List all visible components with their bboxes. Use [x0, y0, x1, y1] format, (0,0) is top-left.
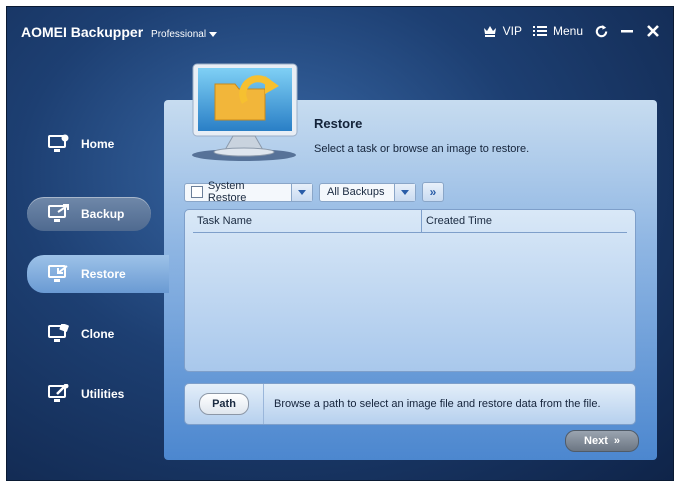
sidebar-item-backup[interactable]: Backup [27, 197, 151, 231]
edition-dropdown[interactable]: Professional [151, 29, 218, 40]
column-task-name[interactable]: Task Name [193, 210, 422, 232]
table-header: Task Name Created Time [193, 210, 627, 233]
sidebar-item-utilities[interactable]: Utilities [27, 377, 151, 411]
backups-filter-select[interactable]: All Backups [319, 182, 416, 202]
vip-label: VIP [502, 24, 522, 38]
backups-filter-label: All Backups [327, 186, 385, 198]
chevron-down-icon[interactable] [291, 183, 312, 201]
minimize-icon[interactable] [619, 23, 635, 39]
utilities-icon [47, 383, 71, 405]
crown-icon [482, 23, 498, 39]
system-restore-combo[interactable]: System Restore [184, 180, 313, 204]
app-title: AOMEI Backupper Professional [21, 24, 218, 40]
menu-label: Menu [552, 24, 583, 38]
backup-icon [47, 203, 71, 225]
chevron-down-icon [209, 31, 218, 37]
sidebar-item-label: Clone [81, 327, 115, 341]
system-restore-label: System Restore [207, 180, 247, 204]
vip-button[interactable]: VIP [482, 23, 522, 39]
sidebar-item-label: Utilities [81, 387, 125, 401]
menu-list-icon [532, 23, 548, 39]
path-bar: Path Browse a path to select an image fi… [184, 383, 636, 425]
refresh-icon[interactable] [593, 23, 609, 39]
edition-label: Professional [151, 29, 207, 40]
sidebar-item-label: Backup [81, 207, 125, 221]
clone-icon [47, 323, 71, 345]
sidebar-item-home[interactable]: Home [27, 127, 151, 161]
sidebar-item-label: Restore [81, 267, 126, 281]
menu-button[interactable]: Menu [532, 23, 583, 39]
next-button[interactable]: Next » [565, 430, 639, 452]
double-chevron-right-icon: » [613, 435, 620, 447]
sidebar-item-restore[interactable]: Restore [27, 255, 169, 293]
page-description: Select a task or browse an image to rest… [314, 143, 530, 155]
next-label: Next [584, 435, 608, 447]
filter-toolbar: System Restore All Backups » [184, 180, 444, 204]
sidebar-item-label: Home [81, 137, 115, 151]
home-icon [47, 133, 71, 155]
task-table[interactable]: Task Name Created Time [184, 209, 636, 372]
close-icon[interactable] [645, 23, 661, 39]
path-description: Browse a path to select an image file an… [274, 398, 601, 410]
double-chevron-right-icon[interactable]: » [422, 182, 444, 202]
system-restore-checkbox[interactable] [191, 186, 203, 198]
path-button[interactable]: Path [199, 393, 249, 415]
column-created-time[interactable]: Created Time [422, 210, 492, 232]
titlebar: AOMEI Backupper Professional VIP Menu [7, 7, 673, 57]
app-window: AOMEI Backupper Professional VIP Menu Re… [6, 6, 674, 481]
sidebar-item-clone[interactable]: Clone [27, 317, 151, 351]
page-title: Restore [314, 116, 363, 131]
chevron-down-icon[interactable] [394, 183, 415, 201]
restore-monitor-icon [192, 63, 298, 161]
app-name: AOMEI Backupper [21, 24, 144, 40]
restore-icon [47, 263, 71, 285]
